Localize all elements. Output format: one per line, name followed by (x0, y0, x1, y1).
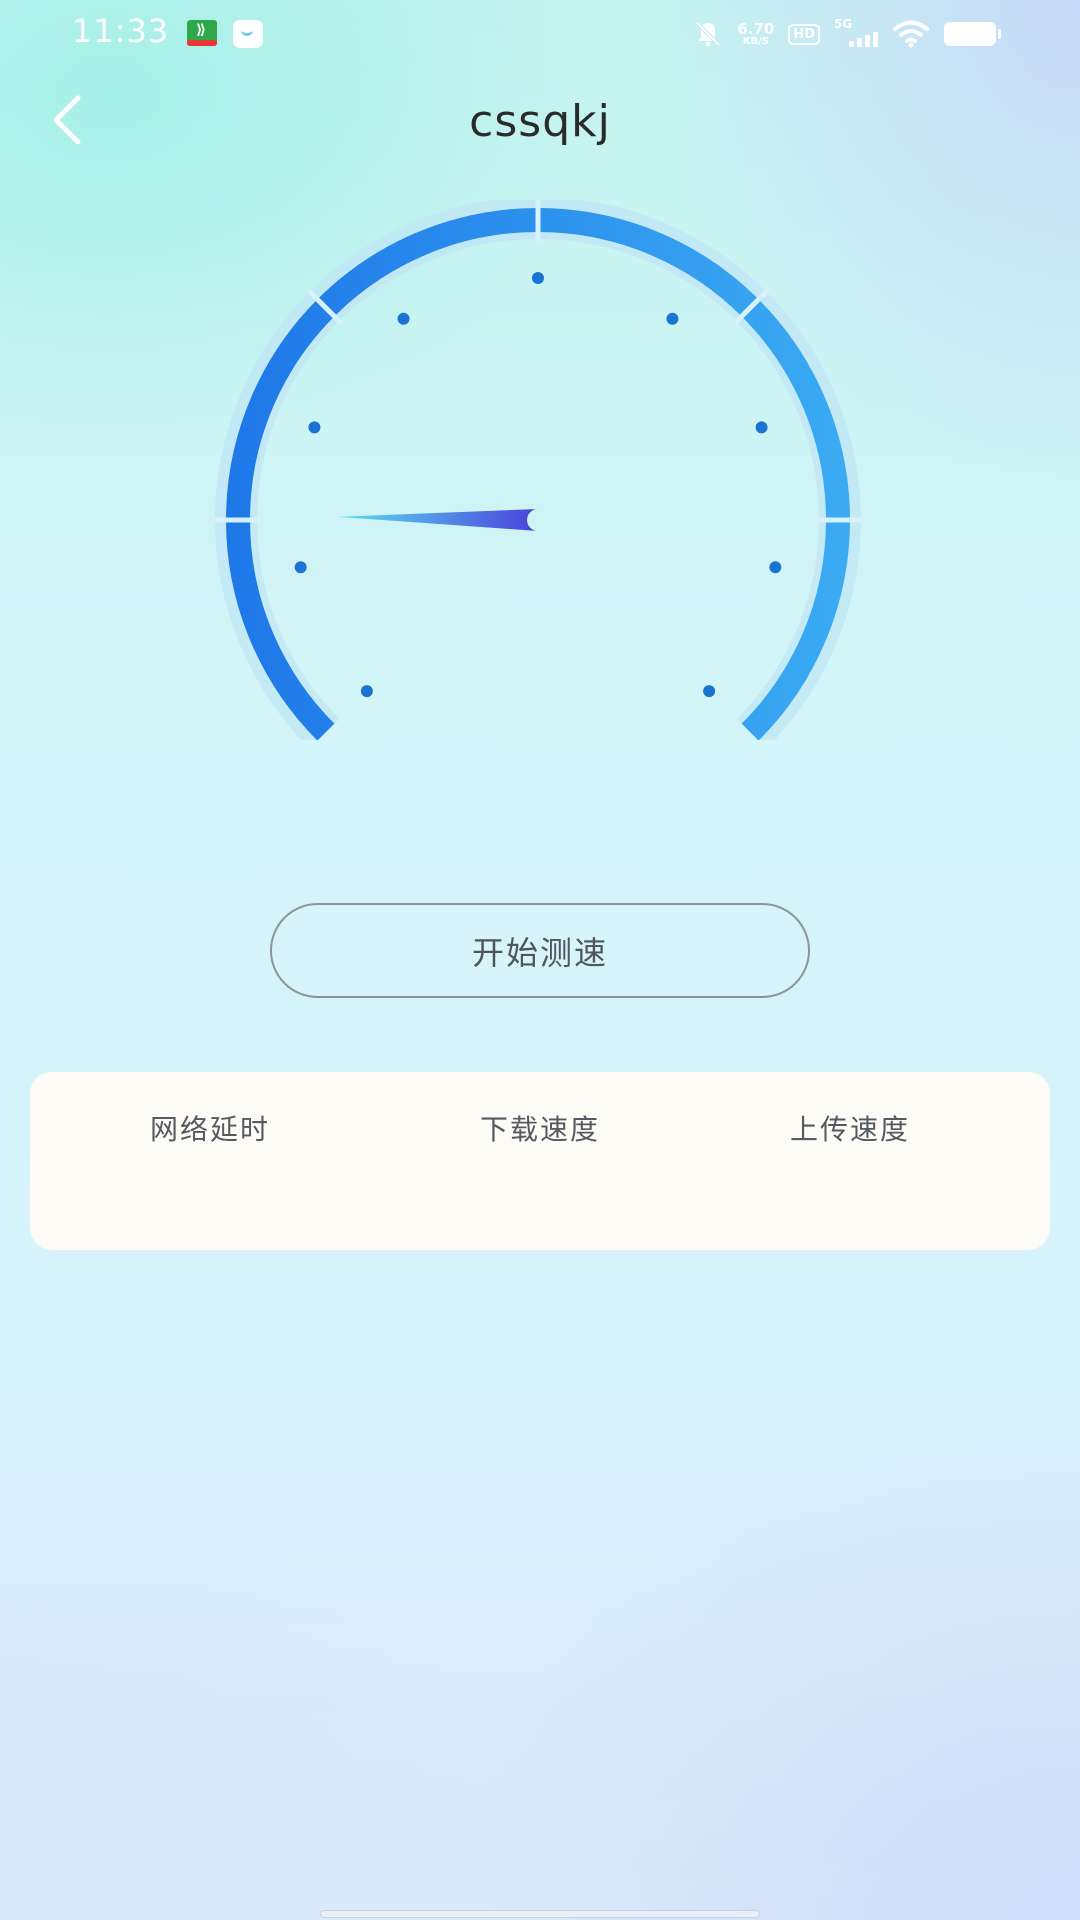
status-bar: 11:33 ⟫ 6.70 KB/S HD 5G (0, 0, 1080, 66)
gauge-tick-dot (769, 561, 782, 574)
gauge-arc (226, 208, 850, 740)
download-label: 下载速度 (479, 1113, 600, 1146)
results-card: 网络延时 下载速度 上传速度 (30, 1072, 1050, 1250)
upload-column: 上传速度 (700, 1108, 1000, 1148)
gauge-tick-dot (397, 312, 410, 325)
start-test-button[interactable]: 开始测速 (270, 903, 810, 998)
speed-gauge (214, 200, 862, 740)
gauge-tick-dot (308, 421, 321, 434)
network-speed-unit: KB/S (742, 35, 769, 47)
battery-icon (944, 22, 1001, 46)
latency-column: 网络延时 (60, 1108, 360, 1148)
latency-label: 网络延时 (149, 1113, 270, 1146)
network-speed-value: 6.70 (737, 19, 775, 38)
gauge-tick-dot (755, 421, 768, 434)
download-column: 下载速度 (390, 1108, 690, 1148)
hd-icon: HD (788, 23, 820, 45)
gauge-tick-dot (360, 685, 373, 698)
bell-mute-icon (693, 19, 723, 49)
status-time: 11:33 (72, 12, 170, 50)
gauge-tick-dot (532, 272, 544, 284)
mail-app-icon (233, 20, 263, 48)
upload-label: 上传速度 (789, 1113, 910, 1146)
signal-label: 5G (834, 17, 853, 31)
page-title: cssqkj (469, 96, 611, 147)
gauge-tick-dot (666, 312, 679, 325)
gauge-tick-dot (294, 561, 307, 574)
running-app-icon: ⟫ (187, 20, 217, 46)
signal-icon: 5G (834, 17, 878, 49)
home-indicator (320, 1910, 760, 1918)
wifi-icon (892, 19, 930, 49)
gauge-tick-dot (703, 685, 716, 698)
gauge-needle (338, 509, 539, 531)
network-speed-readout: 6.70 KB/S (737, 19, 775, 47)
status-indicators: 6.70 KB/S HD 5G (693, 16, 1001, 52)
